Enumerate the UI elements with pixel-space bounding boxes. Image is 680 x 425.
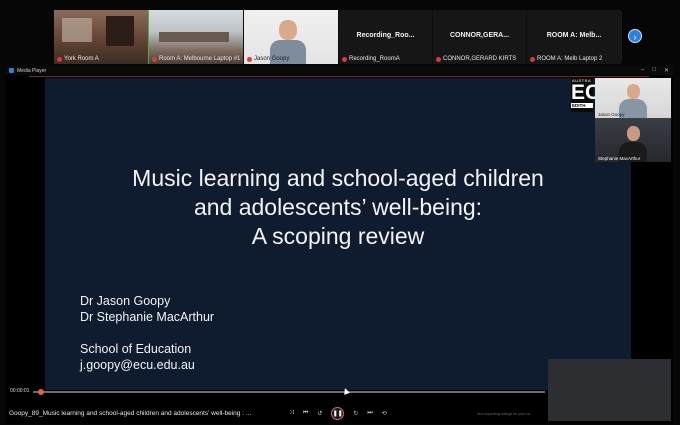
slide-body: Dr Jason Goopy Dr Stephanie MacArthur Sc… — [80, 293, 214, 373]
slide-title-line: and adolescents’ well-being: — [193, 194, 483, 220]
meeting-screen: York Room A Room A: Melbourne Laptop #1 … — [0, 0, 680, 425]
mic-muted-icon — [152, 56, 157, 62]
close-icon[interactable]: ✕ — [664, 67, 669, 74]
shuffle-icon[interactable]: ⤨ — [289, 410, 294, 417]
cam-label: Stephanie MacArthur — [598, 156, 641, 161]
cam-label: Jason Goopy — [598, 112, 625, 117]
participant-name: CONNOR,GERARD KIRTS — [443, 56, 517, 62]
pause-button[interactable]: ❚❚ — [331, 406, 345, 420]
university-logo: AUSTRA EC EDITH — [571, 78, 600, 112]
participant-tile-recording[interactable]: Recording_Roo... Recording_RoomA — [339, 10, 433, 64]
window-titlebar: Media Player – □ ✕ — [5, 66, 673, 75]
repeat-icon[interactable]: ⟲ — [382, 410, 387, 417]
mic-muted-icon — [247, 56, 252, 62]
participant-name: York Room A — [64, 56, 99, 62]
previous-icon[interactable]: ⏮ — [303, 410, 308, 417]
next-icon[interactable]: ⏭ — [367, 410, 372, 417]
author-name: Dr Stephanie MacArthur — [80, 310, 215, 324]
participant-title: CONNOR,GERA... — [449, 32, 510, 39]
slide-title-line: Music learning and school-aged children — [132, 165, 544, 191]
participant-title: Recording_Roo... — [356, 32, 415, 39]
presentation-slide: Music learning and school-aged children … — [45, 78, 631, 390]
email: j.goopy@ecu.edu.au — [80, 358, 195, 372]
slide-title-line: A scoping review — [251, 223, 425, 249]
participant-tile-york-room[interactable]: York Room A — [54, 10, 149, 64]
participant-tile-connor[interactable]: CONNOR,GERA... CONNOR,GERARD KIRTS — [433, 10, 527, 64]
participant-name: ROOM A: Melb Laptop 2 — [537, 56, 603, 62]
participant-tile-jason-goopy[interactable]: Jason Goopy — [244, 10, 339, 64]
mic-muted-icon — [57, 56, 62, 62]
elapsed-time: 00:00:01 — [10, 388, 30, 394]
mic-muted-icon — [436, 56, 441, 62]
participant-title: ROOM A: Melb... — [546, 32, 602, 39]
divider — [29, 76, 649, 77]
participant-strip: York Room A Room A: Melbourne Laptop #1 … — [54, 10, 622, 64]
participant-name: Recording_RoomA — [349, 56, 400, 62]
participant-name: Room A: Melbourne Laptop #1 — [159, 56, 241, 62]
slide-title: Music learning and school-aged children … — [45, 164, 631, 251]
media-player-icon — [9, 68, 14, 73]
media-player-window: Media Player – □ ✕ Music learning and sc… — [5, 66, 673, 424]
window-title: Media Player — [17, 67, 47, 74]
maximize-icon[interactable]: □ — [652, 67, 656, 74]
chevron-right-icon[interactable]: › — [628, 29, 642, 43]
mic-muted-icon — [530, 56, 535, 62]
seek-bar[interactable] — [33, 389, 545, 395]
affiliation: School of Education — [80, 342, 192, 356]
author-name: Dr Jason Goopy — [80, 294, 171, 308]
forward-icon[interactable]: ↻ — [353, 410, 358, 417]
participant-tile-melbourne-laptop[interactable]: Room A: Melbourne Laptop #1 — [149, 10, 244, 64]
participant-tile-room-a-laptop2[interactable]: ROOM A: Melb... ROOM A: Melb Laptop 2 — [527, 10, 621, 64]
seek-handle[interactable] — [38, 389, 45, 395]
file-title: Goopy_89_Music learning and school-aged … — [9, 409, 252, 417]
status-text: Not requesting change for your ca... — [477, 412, 533, 416]
mic-muted-icon — [342, 56, 347, 62]
rewind-icon[interactable]: ↺ — [317, 410, 322, 417]
minimize-icon[interactable]: – — [641, 67, 644, 74]
presenter-cam-jason[interactable]: Jason Goopy — [595, 78, 671, 118]
playback-bar: Goopy_89_Music learning and school-aged … — [5, 406, 673, 420]
playback-controls: ⤨ ⏮ ↺ ❚❚ ↻ ⏭ ⟲ — [289, 406, 387, 420]
presenter-cam-stephanie[interactable]: Stephanie MacArthur — [595, 118, 671, 162]
participant-name: Jason Goopy — [254, 56, 290, 62]
